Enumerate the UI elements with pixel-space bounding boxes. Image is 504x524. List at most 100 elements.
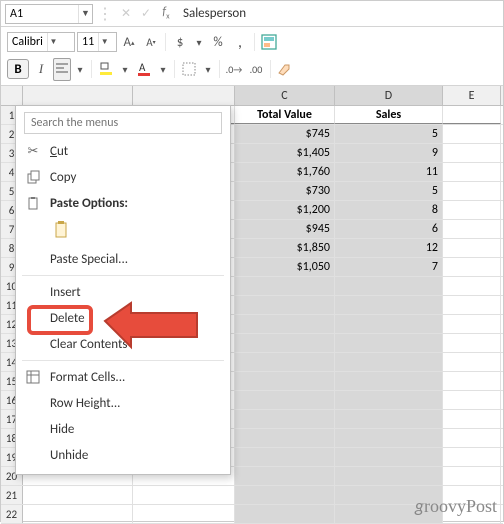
menu-item-unhide[interactable]: Unhide <box>16 442 230 468</box>
name-box-input[interactable] <box>6 7 78 21</box>
cell[interactable] <box>443 201 501 219</box>
cell[interactable] <box>443 429 501 447</box>
menu-search[interactable] <box>24 112 222 134</box>
cell[interactable] <box>443 144 501 162</box>
cell[interactable] <box>235 391 335 409</box>
cell[interactable]: 5 <box>335 182 443 200</box>
currency-icon[interactable]: $ <box>170 32 190 52</box>
decrease-decimal-icon[interactable]: .00 <box>246 59 266 79</box>
conditional-formatting-icon[interactable] <box>259 32 279 52</box>
cell[interactable] <box>335 391 443 409</box>
cell[interactable] <box>235 429 335 447</box>
column-header[interactable]: C <box>235 86 335 105</box>
bold-button[interactable]: B <box>7 59 29 79</box>
menu-item-format-cells[interactable]: Format Cells... <box>16 364 230 390</box>
cell[interactable]: 12 <box>335 239 443 257</box>
chevron-down-icon[interactable]: ▾ <box>118 59 132 79</box>
cell[interactable] <box>235 410 335 428</box>
cell[interactable] <box>335 429 443 447</box>
cell[interactable] <box>443 315 501 333</box>
cell[interactable] <box>443 258 501 276</box>
cell[interactable] <box>443 163 501 181</box>
cell[interactable] <box>443 410 501 428</box>
cell[interactable]: Total Value <box>235 106 335 124</box>
cell[interactable] <box>443 353 501 371</box>
percent-icon[interactable]: % <box>208 32 228 52</box>
cell[interactable] <box>133 505 235 523</box>
column-header[interactable]: E <box>443 86 501 105</box>
cell[interactable] <box>443 372 501 390</box>
menu-search-input[interactable] <box>24 112 222 134</box>
cell[interactable]: 9 <box>335 144 443 162</box>
cell[interactable] <box>335 467 443 485</box>
cell[interactable] <box>443 448 501 466</box>
menu-item-cut[interactable]: ✂ Cut <box>16 138 230 164</box>
font-name-select[interactable]: Calibri▼ <box>7 32 75 52</box>
cell[interactable]: 6 <box>335 220 443 238</box>
cell[interactable] <box>443 277 501 295</box>
cell[interactable] <box>235 296 335 314</box>
cell[interactable]: $945 <box>235 220 335 238</box>
row-header[interactable]: 22 <box>1 505 23 523</box>
cell[interactable] <box>443 220 501 238</box>
cell[interactable] <box>335 277 443 295</box>
increase-font-icon[interactable]: A▴ <box>119 32 139 52</box>
column-header[interactable]: D <box>335 86 443 105</box>
menu-item-copy[interactable]: Copy <box>16 164 230 190</box>
cell[interactable] <box>335 448 443 466</box>
clear-format-icon[interactable] <box>275 59 295 79</box>
cell[interactable]: $1,850 <box>235 239 335 257</box>
cell[interactable] <box>23 505 133 523</box>
cell[interactable]: 11 <box>335 163 443 181</box>
cell[interactable] <box>335 315 443 333</box>
cell[interactable] <box>335 410 443 428</box>
cell[interactable]: $1,050 <box>235 258 335 276</box>
cell[interactable]: 7 <box>335 258 443 276</box>
cell[interactable] <box>443 182 501 200</box>
cell[interactable] <box>335 372 443 390</box>
font-size-select[interactable]: 11▼ <box>77 32 117 52</box>
formula-bar-value[interactable]: Salesperson <box>183 6 246 21</box>
column-header[interactable] <box>133 86 235 105</box>
cell[interactable] <box>443 391 501 409</box>
align-left-button[interactable] <box>53 58 71 81</box>
row-header[interactable]: 21 <box>1 486 23 504</box>
cell[interactable] <box>235 467 335 485</box>
cell[interactable]: $1,760 <box>235 163 335 181</box>
cell[interactable] <box>235 334 335 352</box>
menu-item-paste-special[interactable]: Paste Special... <box>16 246 230 272</box>
insert-function-icon[interactable]: fx <box>157 5 175 21</box>
cell[interactable] <box>335 296 443 314</box>
chevron-down-icon[interactable]: ▾ <box>201 59 215 79</box>
cell[interactable] <box>235 505 335 523</box>
chevron-down-icon[interactable]: ▾ <box>73 59 87 79</box>
cell[interactable] <box>235 315 335 333</box>
select-all-corner[interactable] <box>1 86 23 105</box>
cell[interactable] <box>443 296 501 314</box>
cell[interactable] <box>443 334 501 352</box>
comma-style-icon[interactable]: , <box>230 32 250 52</box>
decrease-font-icon[interactable]: A▾ <box>141 32 161 52</box>
increase-decimal-icon[interactable]: .0→ <box>224 59 244 79</box>
column-header[interactable] <box>23 86 133 105</box>
name-box-dropdown-icon[interactable]: ▼ <box>78 5 92 23</box>
cell[interactable]: 8 <box>335 201 443 219</box>
cell[interactable] <box>443 467 501 485</box>
cell[interactable] <box>235 353 335 371</box>
cell[interactable] <box>133 486 235 504</box>
cell[interactable] <box>443 125 501 143</box>
chevron-down-icon[interactable]: ▾ <box>192 32 206 52</box>
fill-color-icon[interactable] <box>96 59 116 79</box>
cell[interactable] <box>235 486 335 504</box>
menu-item-hide[interactable]: Hide <box>16 416 230 442</box>
cell[interactable]: $745 <box>235 125 335 143</box>
cell[interactable] <box>23 486 133 504</box>
cell[interactable]: Sales <box>335 106 443 124</box>
borders-icon[interactable] <box>179 59 199 79</box>
cell[interactable] <box>335 334 443 352</box>
cell[interactable]: 5 <box>335 125 443 143</box>
name-box[interactable]: ▼ <box>5 4 93 24</box>
cell[interactable]: $1,405 <box>235 144 335 162</box>
chevron-down-icon[interactable]: ▾ <box>156 59 170 79</box>
cell[interactable]: $730 <box>235 182 335 200</box>
